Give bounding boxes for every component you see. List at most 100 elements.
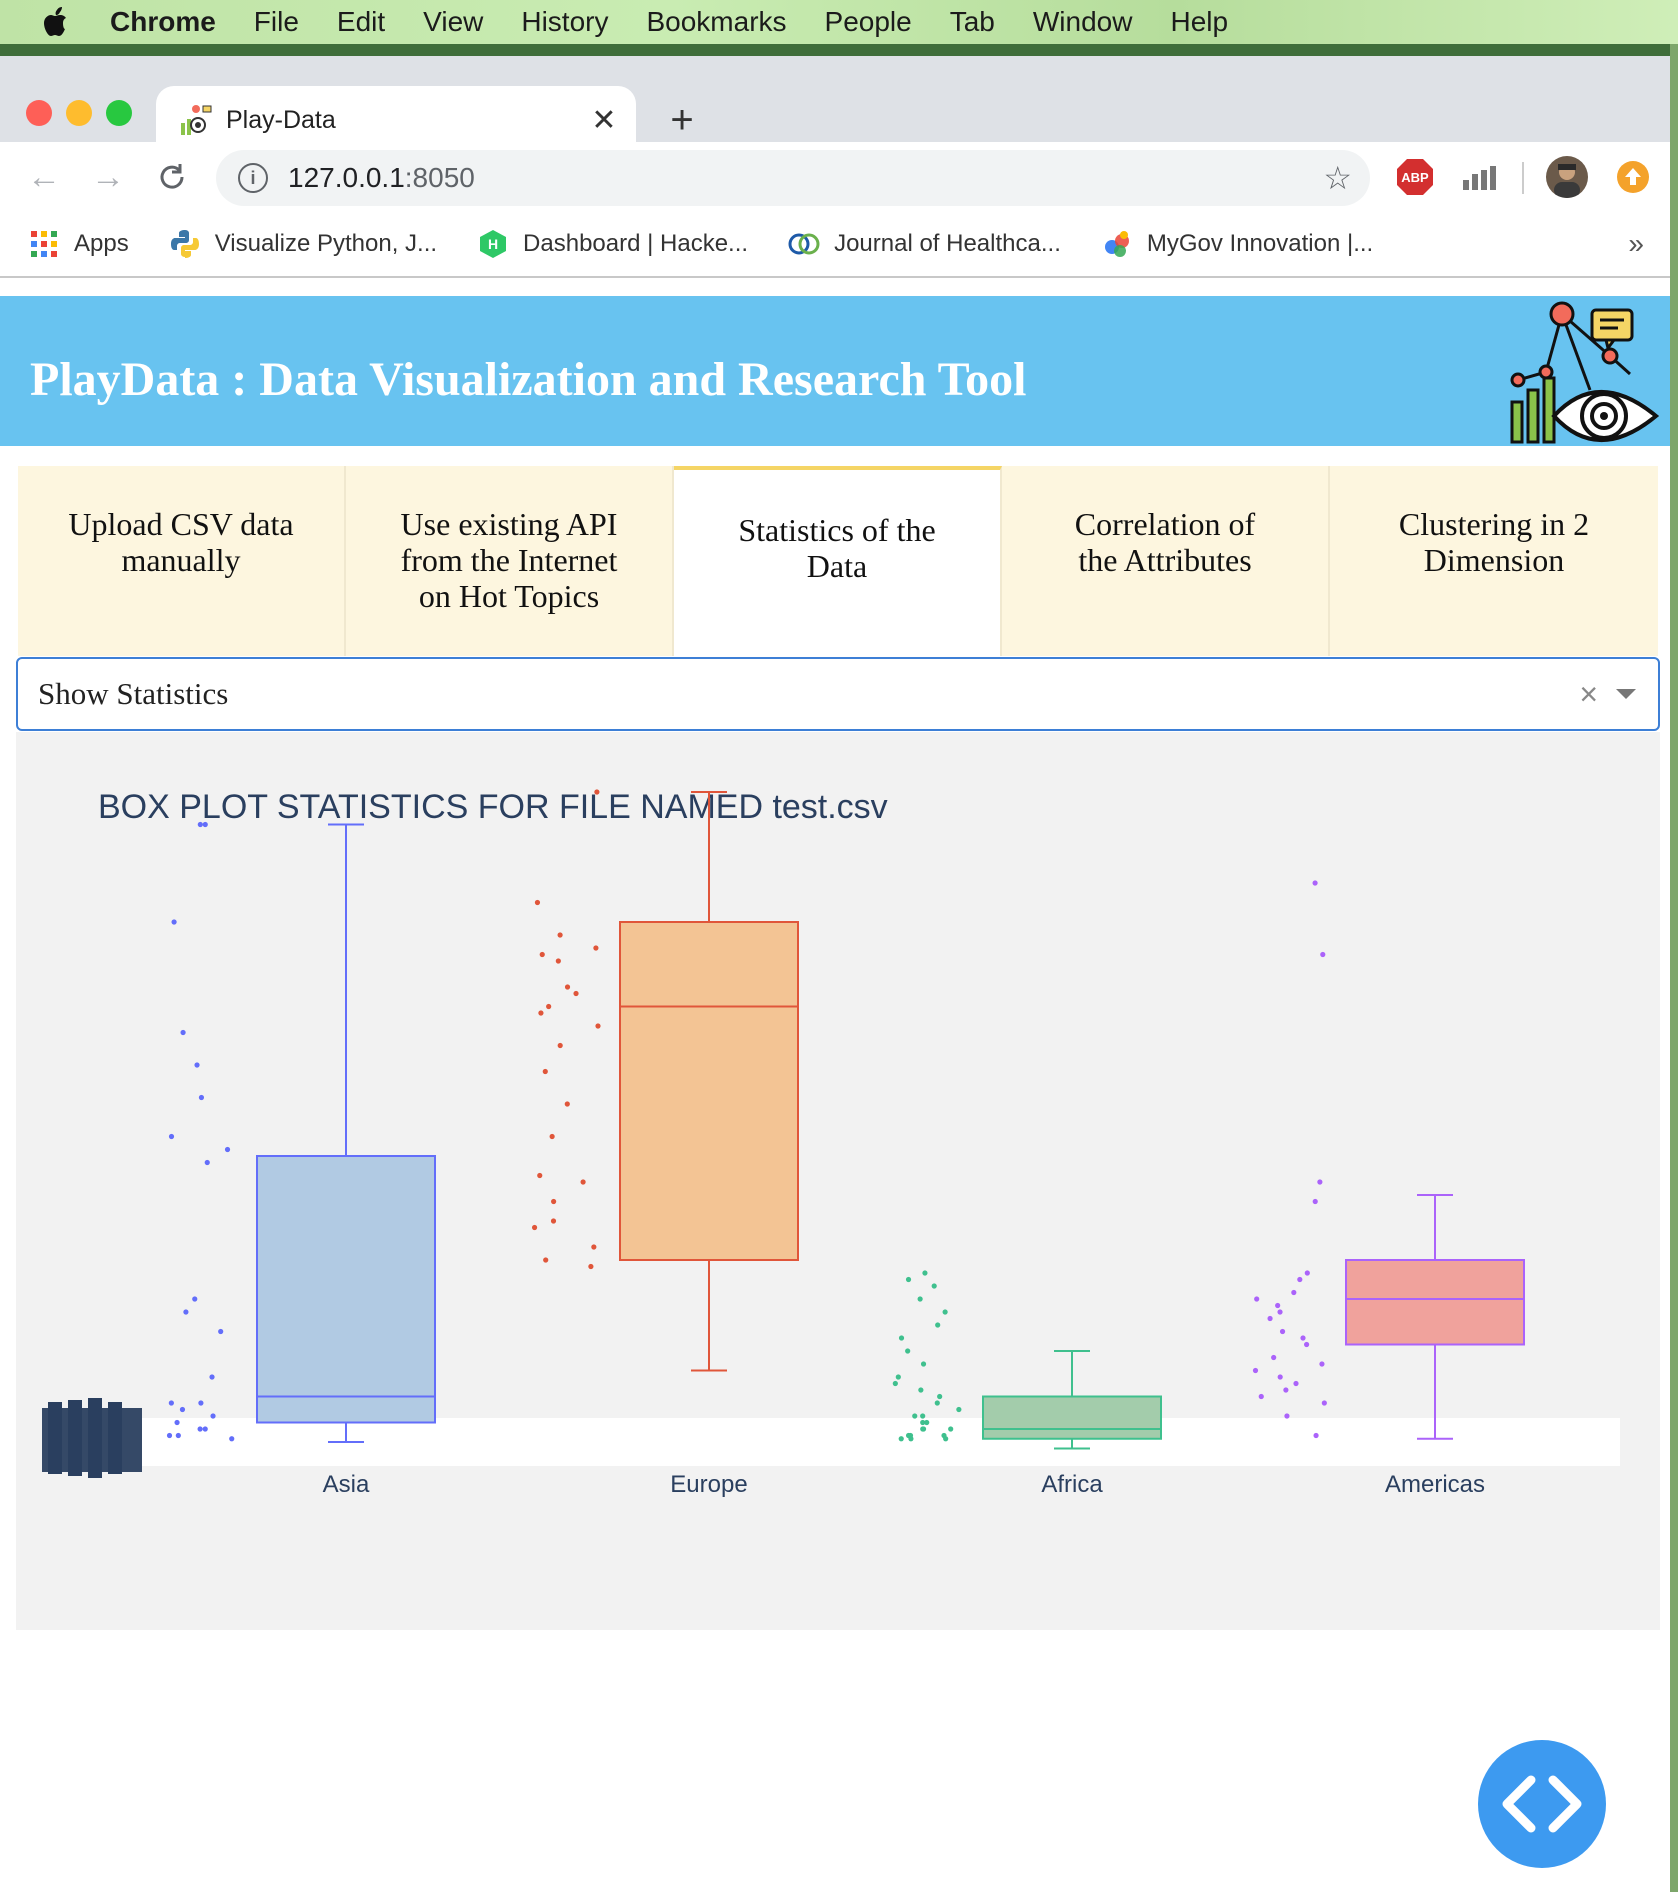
menu-people[interactable]: People [825, 6, 912, 38]
browser-tab-strip: Play-Data ✕ + [0, 44, 1678, 154]
x-tick-label-africa: Africa [1041, 1471, 1103, 1498]
data-point-asia [166, 1432, 173, 1439]
data-point-americas [1317, 1179, 1323, 1185]
data-point-americas [1267, 1315, 1273, 1322]
data-point-africa [895, 1374, 901, 1380]
browser-toolbar: ← → i 127.0.0.1:8050 ☆ ABP [0, 142, 1678, 212]
statistics-dropdown[interactable]: Show Statistics × [16, 657, 1660, 731]
data-point-europe [539, 951, 545, 958]
box-americas [1345, 1259, 1525, 1346]
menu-bookmarks[interactable]: Bookmarks [646, 6, 786, 38]
bookmark-apps[interactable]: Apps [28, 228, 129, 260]
data-point-americas [1252, 1367, 1259, 1374]
forward-arrow-icon[interactable]: → [88, 157, 128, 197]
data-point-americas [1293, 1380, 1299, 1387]
close-window-button[interactable] [26, 100, 52, 126]
tab-label-line: Use existing API [400, 506, 618, 542]
data-point-asia [198, 1094, 205, 1101]
chart-title: BOX PLOT STATISTICS FOR FILE NAMED test.… [98, 788, 888, 826]
tab-upload-csv[interactable]: Upload CSV data manually [18, 466, 346, 656]
bookmarks-overflow-button[interactable]: » [1628, 228, 1644, 260]
svg-text:ABP: ABP [1401, 170, 1429, 185]
menu-help[interactable]: Help [1170, 6, 1228, 38]
data-point-asia [197, 821, 203, 828]
bookmark-journal-healthcare[interactable]: Journal of Healthca... [788, 228, 1061, 260]
zoom-window-button[interactable] [106, 100, 132, 126]
clear-selection-icon[interactable]: × [1579, 676, 1598, 713]
adblock-extension-icon[interactable]: ABP [1394, 156, 1436, 198]
bookmark-hackerrank[interactable]: H Dashboard | Hacke... [477, 228, 748, 260]
update-icon[interactable] [1612, 156, 1654, 198]
data-point-europe [557, 932, 563, 938]
apple-menu-icon[interactable] [40, 5, 74, 39]
tab-label-line: manually [121, 542, 241, 578]
tab-label-line: Data [806, 548, 868, 584]
modebar-icon[interactable] [42, 1398, 142, 1478]
data-point-europe [550, 1218, 557, 1224]
tab-favicon-icon [178, 103, 212, 137]
tab-correlation[interactable]: Correlation of the Attributes [1002, 466, 1330, 656]
data-point-africa [898, 1436, 904, 1442]
data-point-asia [210, 1413, 216, 1419]
data-point-africa [920, 1419, 926, 1426]
data-point-americas [1312, 1198, 1318, 1205]
back-arrow-icon[interactable]: ← [24, 157, 64, 197]
window-edge-background [1670, 44, 1678, 1892]
data-point-europe [573, 990, 579, 997]
data-point-africa [956, 1406, 962, 1413]
data-point-africa [912, 1413, 918, 1419]
data-point-europe [549, 1133, 555, 1140]
minimize-window-button[interactable] [66, 100, 92, 126]
bookmark-visualize-python[interactable]: Visualize Python, J... [169, 228, 437, 260]
data-point-americas [1319, 1361, 1325, 1367]
data-point-europe [538, 1010, 544, 1016]
bookmark-label: Journal of Healthca... [834, 230, 1061, 257]
tab-statistics[interactable]: Statistics of the Data [674, 466, 1002, 656]
new-tab-button[interactable]: + [660, 98, 704, 142]
bookmark-mygov-innovation[interactable]: MyGov Innovation |... [1101, 228, 1373, 260]
data-point-africa [905, 1348, 911, 1354]
data-point-asia [175, 1432, 181, 1439]
data-point-asia [168, 1400, 174, 1406]
hackerrank-icon: H [477, 228, 509, 260]
tab-label-line: on Hot Topics [418, 578, 600, 614]
tab-label-line: Dimension [1423, 542, 1565, 578]
menu-view[interactable]: View [423, 6, 483, 38]
box-asia [256, 1155, 436, 1424]
data-point-americas [1277, 1309, 1283, 1315]
reload-icon[interactable] [152, 157, 192, 197]
menu-edit[interactable]: Edit [337, 6, 385, 38]
tab-existing-api[interactable]: Use existing API from the Internet on Ho… [346, 466, 674, 656]
chevron-down-icon[interactable] [1616, 689, 1636, 699]
box-europe [619, 921, 799, 1261]
data-point-americas [1297, 1276, 1303, 1283]
dev-tools-button[interactable] [1478, 1740, 1606, 1868]
data-point-africa [905, 1276, 912, 1283]
menu-tab[interactable]: Tab [950, 6, 995, 38]
data-point-europe [595, 1023, 601, 1029]
menu-chrome[interactable]: Chrome [110, 6, 216, 38]
bookmarks-bar: Apps Visualize Python, J... H Dashboard … [0, 212, 1678, 278]
profile-avatar[interactable] [1546, 156, 1588, 198]
bookmark-star-icon[interactable]: ☆ [1323, 159, 1352, 197]
stats-extension-icon[interactable] [1458, 156, 1500, 198]
tab-label-line: the Attributes [1078, 542, 1252, 578]
site-info-icon[interactable]: i [238, 163, 268, 193]
data-point-africa [920, 1361, 927, 1367]
data-point-africa [948, 1426, 954, 1432]
menu-file[interactable]: File [254, 6, 299, 38]
data-point-africa [937, 1393, 943, 1400]
menu-window[interactable]: Window [1033, 6, 1133, 38]
tab-clustering[interactable]: Clustering in 2 Dimension [1330, 466, 1658, 656]
data-point-europe [555, 958, 561, 964]
data-point-asia [180, 1029, 186, 1036]
menu-history[interactable]: History [521, 6, 608, 38]
box-africa [982, 1395, 1162, 1440]
data-point-americas [1271, 1354, 1277, 1361]
address-bar[interactable]: i 127.0.0.1:8050 ☆ [216, 150, 1370, 206]
bookmark-label: Apps [74, 230, 129, 257]
data-point-asia [218, 1328, 224, 1335]
data-point-asia [229, 1436, 235, 1442]
tab-close-icon[interactable]: ✕ [584, 100, 624, 140]
data-point-americas [1291, 1289, 1297, 1296]
